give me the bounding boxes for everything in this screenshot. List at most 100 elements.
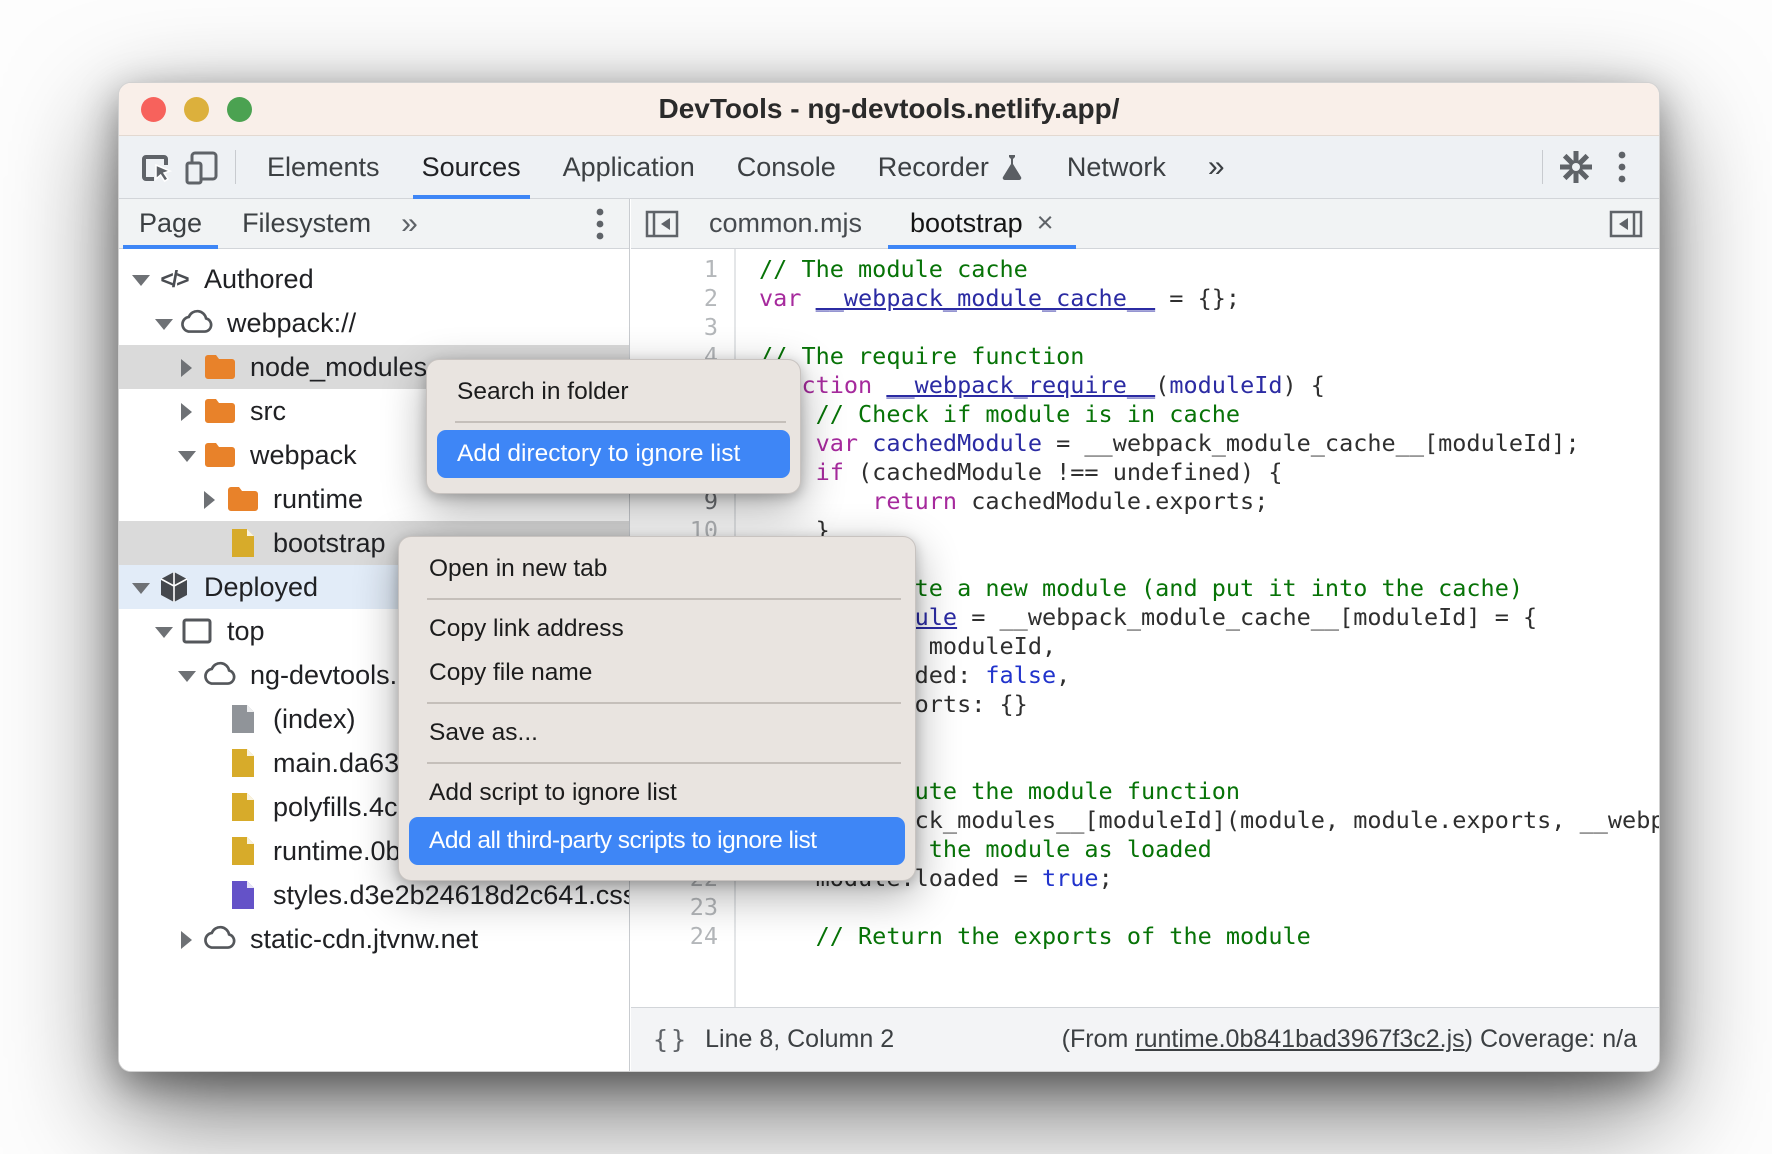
navigator-header: PageFilesystem »: [119, 199, 629, 249]
tab-network[interactable]: Network: [1046, 136, 1187, 199]
disclosure-open-icon[interactable]: [131, 271, 148, 288]
line-number: 24: [631, 922, 734, 951]
file-context-menu: Open in new tab Copy link addressCopy fil…: [398, 536, 916, 881]
disclosure-open-icon[interactable]: [131, 579, 148, 596]
navigator-tab-page[interactable]: Page: [119, 199, 222, 249]
editor-tab-bootstrap[interactable]: bootstrap×: [886, 199, 1078, 249]
file-purple-icon: [225, 877, 261, 913]
experimental-flask-icon: [999, 152, 1025, 182]
code-line: [759, 893, 1659, 922]
editor-tab-common-mjs[interactable]: common.mjs: [685, 199, 886, 249]
line-number: 2: [631, 284, 734, 313]
disclosure-closed-icon[interactable]: [177, 359, 194, 376]
tab-elements[interactable]: Elements: [246, 136, 401, 199]
no-arrow: [200, 711, 217, 728]
tree-item-authored[interactable]: </> Authored: [119, 257, 629, 301]
tree-item-webpack-[interactable]: webpack://: [119, 301, 629, 345]
cursor-position: Line 8, Column 2: [705, 1025, 894, 1054]
tree-item-label: polyfills.4c: [273, 792, 398, 823]
inspect-element-icon[interactable]: [133, 144, 179, 190]
disclosure-closed-icon[interactable]: [177, 403, 194, 420]
more-panels-chevron-icon[interactable]: »: [1187, 136, 1246, 199]
code-line: // The require function: [759, 342, 1659, 371]
tree-item-label: runtime: [273, 484, 363, 515]
code-line: var cachedModule = __webpack_module_cach…: [759, 429, 1659, 458]
more-tabs-chevron[interactable]: »: [391, 207, 428, 241]
folder-icon: [202, 393, 238, 429]
line-number: 1: [631, 255, 734, 284]
tree-item-label: webpack://: [227, 308, 356, 339]
menu-separator: [427, 762, 901, 764]
code-line: if (cachedModule !== undefined) {: [759, 458, 1659, 487]
title-bar: DevTools - ng-devtools.netlify.app/: [119, 83, 1659, 136]
code-line: // Check if module is in cache: [759, 400, 1659, 429]
tree-item-label: main.da63: [273, 748, 399, 779]
minimize-window-button[interactable]: [184, 97, 209, 122]
settings-gear-icon[interactable]: [1553, 144, 1599, 190]
disclosure-closed-icon[interactable]: [177, 931, 194, 948]
editor-tab-bar: common.mjsbootstrap×: [631, 199, 1659, 249]
menu-separator: [427, 702, 901, 704]
tree-item-label: runtime.0b: [273, 836, 401, 867]
code-line: function __webpack_require__(moduleId) {: [759, 371, 1659, 400]
navigator-toggle-icon[interactable]: [639, 201, 685, 247]
tab-sources[interactable]: Sources: [401, 136, 542, 199]
disclosure-open-icon[interactable]: [177, 667, 194, 684]
menu-item-open-in-new-tab[interactable]: Open in new tab: [399, 547, 915, 591]
source-mapping-info: (From runtime.0b841bad3967f3c2.js) Cover…: [1062, 1025, 1637, 1054]
panel-tabs: ElementsSourcesApplicationConsoleRecorde…: [246, 136, 1246, 199]
menu-item-search-in-folder[interactable]: Search in folder: [427, 370, 800, 414]
toolbar-divider: [235, 150, 236, 184]
tab-console[interactable]: Console: [716, 136, 857, 199]
disclosure-open-icon[interactable]: [177, 447, 194, 464]
frame-icon: [179, 613, 215, 649]
file-yellow-icon: [225, 833, 261, 869]
editor-status-bar: {} Line 8, Column 2 (From runtime.0b841b…: [631, 1007, 1659, 1071]
tab-application[interactable]: Application: [542, 136, 716, 199]
tree-item-label: (index): [273, 704, 356, 735]
tree-item-label: Authored: [204, 264, 314, 295]
tree-item-label: Deployed: [204, 572, 318, 603]
no-arrow: [200, 535, 217, 552]
tree-item-label: bootstrap: [273, 528, 386, 559]
tree-item-label: static-cdn.jtvnw.net: [250, 924, 478, 955]
window-title: DevTools - ng-devtools.netlify.app/: [659, 93, 1120, 125]
navigator-kebab-icon[interactable]: [577, 201, 623, 247]
file-yellow-icon: [225, 525, 261, 561]
disclosure-closed-icon[interactable]: [200, 491, 217, 508]
code-icon: </>: [156, 261, 192, 297]
menu-item-save-as-[interactable]: Save as...: [399, 711, 915, 755]
close-window-button[interactable]: [141, 97, 166, 122]
file-yellow-icon: [225, 745, 261, 781]
main-menu-kebab-icon[interactable]: [1599, 144, 1645, 190]
devtools-toolbar: ElementsSourcesApplicationConsoleRecorde…: [119, 136, 1659, 199]
tree-item-label: top: [227, 616, 265, 647]
code-line: [759, 313, 1659, 342]
menu-item-copy-file-name[interactable]: Copy file name: [399, 651, 915, 695]
menu-separator: [455, 421, 786, 423]
tree-item-static-cdn-jtvnw-net[interactable]: static-cdn.jtvnw.net: [119, 917, 629, 961]
disclosure-open-icon[interactable]: [154, 623, 171, 640]
pretty-print-braces-icon[interactable]: {}: [653, 1025, 689, 1054]
zoom-window-button[interactable]: [227, 97, 252, 122]
menu-item-add-directory-to-ignore-list[interactable]: Add directory to ignore list: [437, 430, 790, 478]
menu-item-add-all-third-party-scripts-to-ignore-list[interactable]: Add all third-party scripts to ignore li…: [409, 817, 905, 865]
navigator-tab-filesystem[interactable]: Filesystem: [222, 199, 391, 249]
tree-item-label: webpack: [250, 440, 357, 471]
folder-icon: [202, 437, 238, 473]
tree-item-label: src: [250, 396, 286, 427]
disclosure-open-icon[interactable]: [154, 315, 171, 332]
menu-item-copy-link-address[interactable]: Copy link address: [399, 607, 915, 651]
menu-item-add-script-to-ignore-list[interactable]: Add script to ignore list: [399, 771, 915, 815]
tree-item-label: styles.d3e2b24618d2c641.css: [273, 880, 629, 911]
close-tab-icon[interactable]: ×: [1037, 209, 1054, 238]
code-line: // The module cache: [759, 255, 1659, 284]
tab-recorder[interactable]: Recorder: [857, 136, 1046, 199]
device-toolbar-icon[interactable]: [179, 144, 225, 190]
cloud-icon: [202, 921, 238, 957]
code-line: // Return the exports of the module: [759, 922, 1659, 951]
no-arrow: [200, 799, 217, 816]
debugger-sidebar-toggle-icon[interactable]: [1603, 201, 1649, 247]
source-map-link[interactable]: runtime.0b841bad3967f3c2.js: [1135, 1025, 1464, 1053]
folder-icon: [225, 481, 261, 517]
